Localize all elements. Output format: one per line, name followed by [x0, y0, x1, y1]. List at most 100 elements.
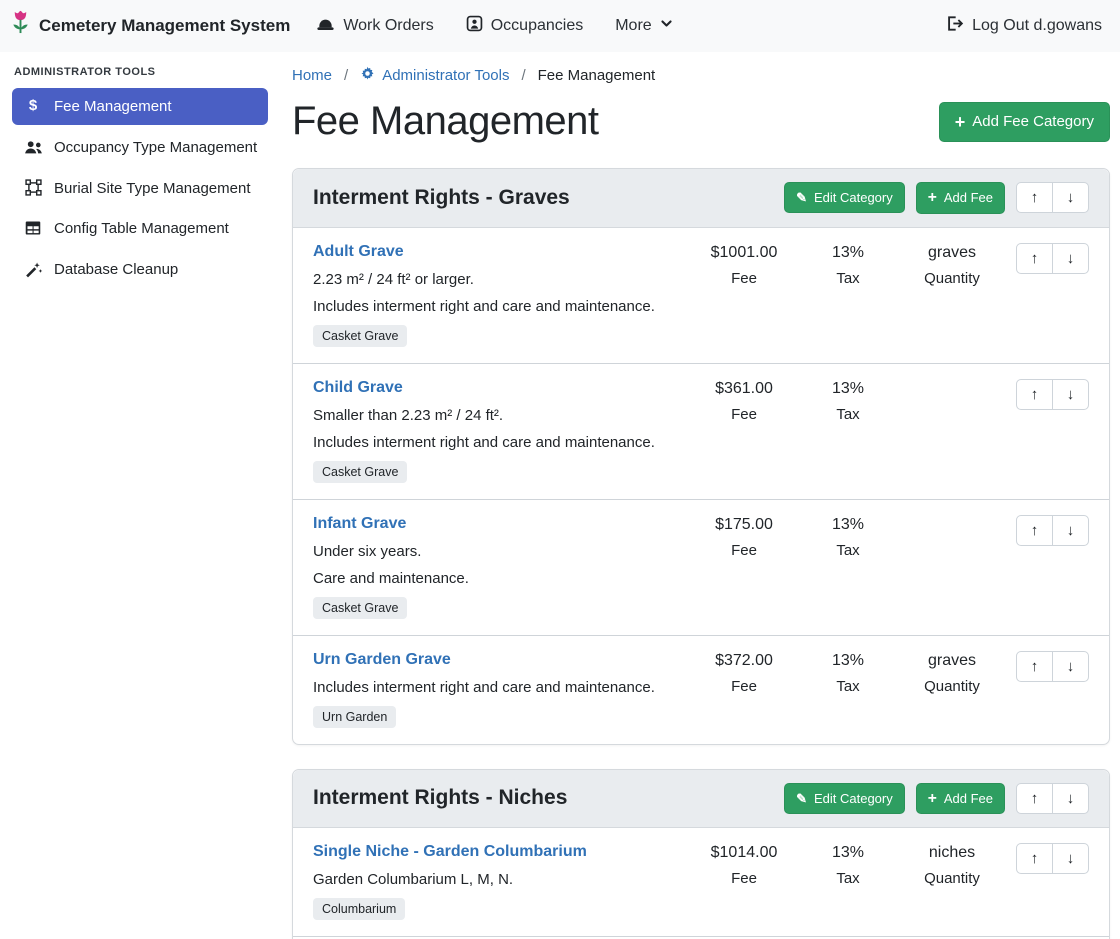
- fee-tax-label: Tax: [796, 542, 900, 559]
- move-fee-up-button[interactable]: ↑: [1016, 243, 1053, 274]
- add-fee-label: Add Fee: [944, 791, 993, 806]
- occupant-box-icon: [466, 15, 483, 37]
- fee-quantity: graves: [900, 652, 1004, 670]
- move-category-down-button[interactable]: ↓: [1052, 182, 1089, 213]
- nav-work-orders-label: Work Orders: [343, 17, 433, 35]
- fee-quantity-label: Quantity: [900, 870, 1004, 887]
- edit-category-button[interactable]: ✎ Edit Category: [784, 783, 905, 814]
- fee-tax-label: Tax: [796, 406, 900, 423]
- edit-category-button[interactable]: ✎ Edit Category: [784, 182, 905, 213]
- breadcrumb-home-link[interactable]: Home: [292, 67, 332, 84]
- edit-category-label: Edit Category: [814, 190, 893, 205]
- sidebar-item-label: Fee Management: [54, 96, 172, 117]
- move-fee-down-button[interactable]: ↓: [1052, 843, 1089, 874]
- nav-occupancies[interactable]: Occupancies: [466, 15, 584, 37]
- move-category-up-button[interactable]: ↑: [1016, 182, 1053, 213]
- fee-amount-label: Fee: [692, 270, 796, 287]
- fee-name-link[interactable]: Infant Grave: [313, 515, 406, 533]
- app-brand[interactable]: Cemetery Management System: [10, 10, 290, 42]
- fee-reorder-buttons: ↑ ↓: [1016, 243, 1089, 274]
- move-fee-up-button[interactable]: ↑: [1016, 843, 1053, 874]
- fee-description: 2.23 m² / 24 ft² or larger.: [313, 271, 692, 288]
- move-fee-up-button[interactable]: ↑: [1016, 651, 1053, 682]
- move-fee-down-button[interactable]: ↓: [1052, 243, 1089, 274]
- breadcrumb-admin-tools-link[interactable]: Administrator Tools: [360, 66, 509, 85]
- fee-tax-col: 13% Tax: [796, 243, 900, 287]
- sidebar-item-burial-site-type-management[interactable]: Burial Site Type Management: [12, 170, 268, 207]
- fee-tax: 13%: [796, 652, 900, 670]
- plus-icon: +: [928, 791, 937, 807]
- fee-tax-col: 13% Tax: [796, 515, 900, 559]
- fee-amount-col: $361.00 Fee: [692, 379, 796, 423]
- fee-amount: $175.00: [692, 516, 796, 534]
- move-fee-up-button[interactable]: ↑: [1016, 379, 1053, 410]
- nav-work-orders[interactable]: Work Orders: [316, 15, 433, 37]
- fee-name-link[interactable]: Single Niche - Garden Columbarium: [313, 843, 587, 861]
- fee-name-link[interactable]: Adult Grave: [313, 243, 404, 261]
- sidebar-item-label: Burial Site Type Management: [54, 178, 251, 199]
- fee-tax: 13%: [796, 844, 900, 862]
- add-fee-category-button[interactable]: + Add Fee Category: [939, 102, 1110, 142]
- table-icon: [22, 218, 44, 238]
- fee-row: Urn Garden Grave Includes interment righ…: [293, 635, 1109, 744]
- fee-quantity-col: graves Quantity: [900, 651, 1004, 695]
- move-fee-down-button[interactable]: ↓: [1052, 515, 1089, 546]
- fee-tax: 13%: [796, 244, 900, 262]
- fee-type-badge: Casket Grave: [313, 325, 407, 347]
- breadcrumb-admin-tools-label: Administrator Tools: [382, 67, 509, 84]
- logout-link[interactable]: Log Out d.gowans: [945, 15, 1102, 37]
- chevron-down-icon: [660, 17, 673, 35]
- move-fee-down-button[interactable]: ↓: [1052, 651, 1089, 682]
- fee-description: Under six years.: [313, 543, 692, 560]
- fee-description: Includes interment right and care and ma…: [313, 679, 692, 696]
- sidebar-item-label: Database Cleanup: [54, 259, 178, 280]
- fee-name-link[interactable]: Child Grave: [313, 379, 403, 397]
- sidebar-item-fee-management[interactable]: $ Fee Management: [12, 88, 268, 125]
- add-fee-category-label: Add Fee Category: [972, 113, 1094, 130]
- magic-wand-icon: [22, 259, 44, 279]
- move-fee-up-button[interactable]: ↑: [1016, 515, 1053, 546]
- main-content: Home / Administrator Tools / Fee Managem…: [280, 52, 1120, 939]
- fee-amount-col: $1001.00 Fee: [692, 243, 796, 287]
- gear-icon: [360, 66, 375, 85]
- fee-row: Adult Grave 2.23 m² / 24 ft² or larger. …: [293, 228, 1109, 363]
- fee-reorder-buttons: ↑ ↓: [1016, 651, 1089, 682]
- nav-more-label: More: [615, 17, 651, 35]
- fee-quantity-col: niches Quantity: [900, 843, 1004, 887]
- logout-icon: [945, 15, 964, 37]
- fee-amount-col: $1014.00 Fee: [692, 843, 796, 887]
- app-title: Cemetery Management System: [39, 16, 290, 36]
- fee-description: Care and maintenance.: [313, 570, 692, 587]
- fee-amount: $361.00: [692, 380, 796, 398]
- category-reorder-buttons: ↑ ↓: [1016, 783, 1089, 814]
- fee-tax-label: Tax: [796, 270, 900, 287]
- category-header: Interment Rights - Graves ✎ Edit Categor…: [293, 169, 1109, 228]
- fee-tax: 13%: [796, 380, 900, 398]
- fee-reorder-buttons: ↑ ↓: [1016, 379, 1089, 410]
- fee-tax-label: Tax: [796, 678, 900, 695]
- fee-row: Single Niche - Garden Columbarium Garden…: [293, 828, 1109, 936]
- fee-quantity-label: Quantity: [900, 678, 1004, 695]
- move-fee-down-button[interactable]: ↓: [1052, 379, 1089, 410]
- fee-category-card-graves: Interment Rights - Graves ✎ Edit Categor…: [292, 168, 1110, 745]
- plus-icon: +: [928, 190, 937, 206]
- sidebar-item-occupancy-type-management[interactable]: Occupancy Type Management: [12, 129, 268, 166]
- sidebar-item-config-table-management[interactable]: Config Table Management: [12, 210, 268, 247]
- fee-type-badge: Urn Garden: [313, 706, 396, 728]
- nav-more[interactable]: More: [615, 15, 672, 37]
- add-fee-label: Add Fee: [944, 190, 993, 205]
- sidebar-item-label: Occupancy Type Management: [54, 137, 257, 158]
- add-fee-button[interactable]: + Add Fee: [916, 783, 1005, 815]
- fee-reorder-buttons: ↑ ↓: [1016, 515, 1089, 546]
- add-fee-button[interactable]: + Add Fee: [916, 182, 1005, 214]
- fee-name-link[interactable]: Urn Garden Grave: [313, 651, 451, 669]
- fee-amount-label: Fee: [692, 870, 796, 887]
- breadcrumb-separator: /: [344, 67, 348, 84]
- fee-description: Smaller than 2.23 m² / 24 ft².: [313, 407, 692, 424]
- move-category-down-button[interactable]: ↓: [1052, 783, 1089, 814]
- fee-description: Garden Columbarium L, M, N.: [313, 871, 692, 888]
- breadcrumb: Home / Administrator Tools / Fee Managem…: [292, 66, 1110, 85]
- title-row: Fee Management + Add Fee Category: [292, 99, 1110, 144]
- move-category-up-button[interactable]: ↑: [1016, 783, 1053, 814]
- sidebar-item-database-cleanup[interactable]: Database Cleanup: [12, 251, 268, 288]
